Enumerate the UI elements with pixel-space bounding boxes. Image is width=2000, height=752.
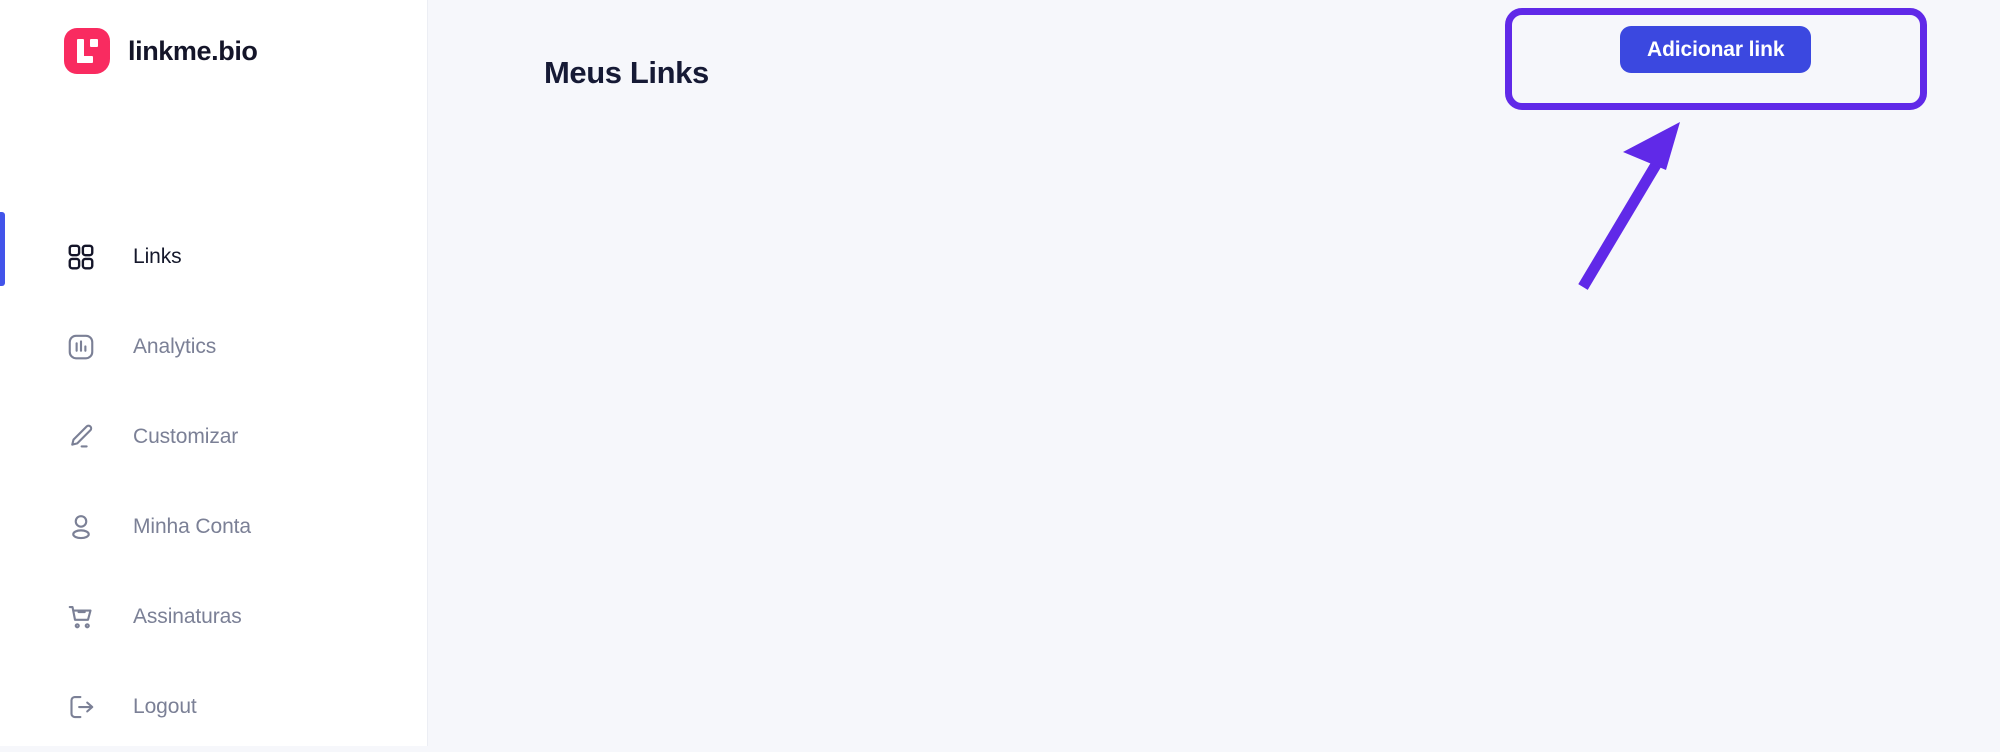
active-indicator [0,392,5,466]
sidebar-item-label: Minha Conta [133,515,251,538]
logout-icon [64,690,98,724]
sidebar-item-analytics[interactable]: Analytics [0,302,428,392]
sidebar-item-label: Links [133,245,182,268]
active-indicator [0,302,5,376]
sidebar-item-label: Assinaturas [133,605,242,628]
brand-name: linkme.bio [128,35,258,66]
brand-logo[interactable]: linkme.bio [64,28,258,74]
sidebar-item-label: Logout [133,695,197,718]
user-icon [64,510,98,544]
page-title: Meus Links [544,54,709,90]
active-indicator [0,572,5,646]
sidebar-item-logout[interactable]: Logout [0,662,428,752]
sidebar-nav: Links Analytics Customizar Minha Conta A… [0,212,428,752]
cart-icon [64,600,98,634]
sidebar-item-links[interactable]: Links [0,212,428,302]
bar-chart-icon [64,330,98,364]
active-indicator [0,212,5,286]
grid-icon [64,240,98,274]
active-indicator [0,482,5,556]
add-link-button[interactable]: Adicionar link [1620,26,1812,73]
linkme-logo-mark-icon [64,28,110,74]
sidebar-item-label: Customizar [133,425,239,448]
pencil-icon [64,420,98,454]
annotation-arrow [1578,122,1680,290]
app-root: linkme.bio Links Analytics Customizar Mi… [0,0,2000,746]
sidebar: linkme.bio Links Analytics Customizar Mi… [0,0,428,746]
sidebar-item-label: Analytics [133,335,217,358]
active-indicator [0,662,5,736]
sidebar-item-assinaturas[interactable]: Assinaturas [0,572,428,662]
main-content: Meus Links Adicionar link [428,0,2000,746]
sidebar-item-minha-conta[interactable]: Minha Conta [0,482,428,572]
sidebar-item-customizar[interactable]: Customizar [0,392,428,482]
